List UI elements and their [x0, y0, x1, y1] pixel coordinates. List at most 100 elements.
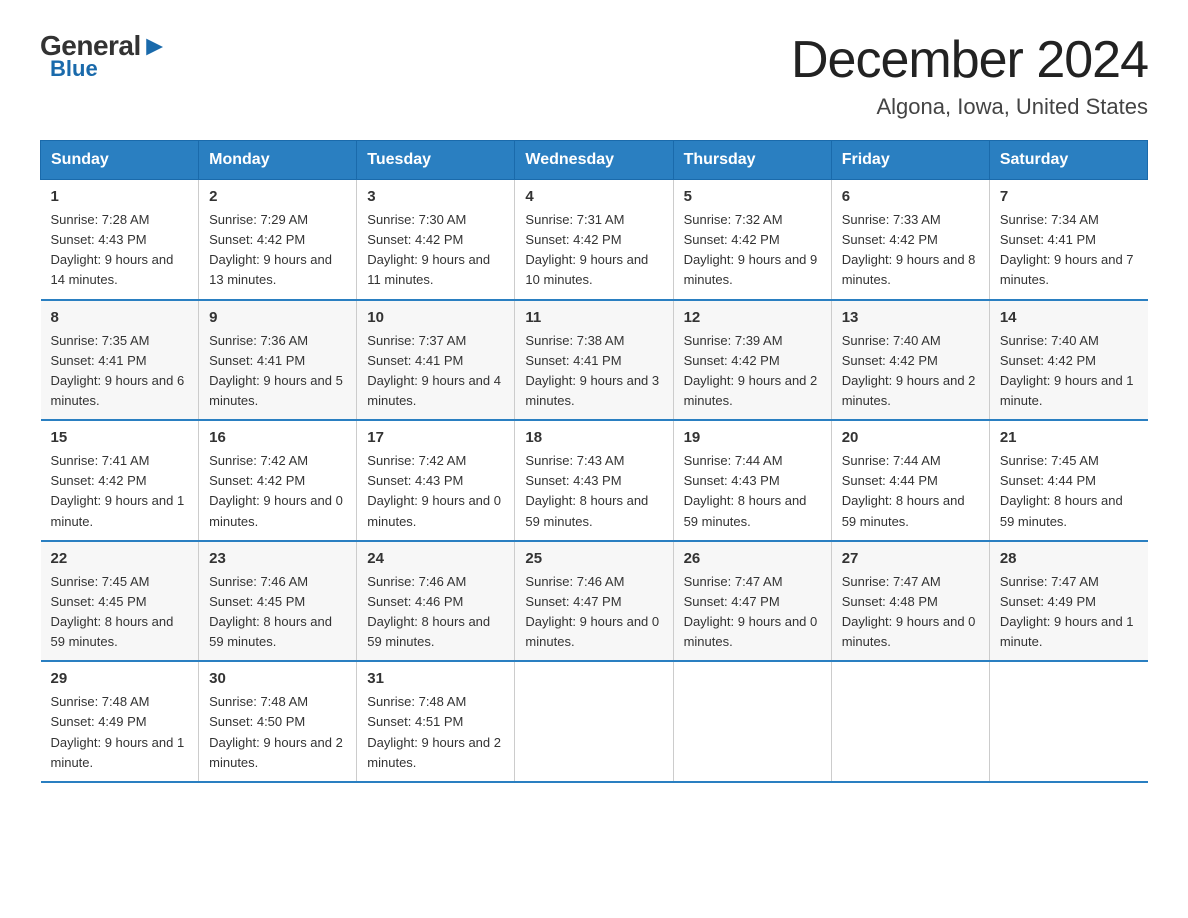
day-cell-26: 26 Sunrise: 7:47 AMSunset: 4:47 PMDayligh…: [673, 541, 831, 662]
day-cell-14: 14Sunrise: 7:40 AMSunset: 4:42 PMDayligh…: [989, 300, 1147, 421]
day-cell-33: [673, 661, 831, 782]
day-info: Sunrise: 7:35 AMSunset: 4:41 PMDaylight:…: [51, 331, 189, 412]
day-info: Sunrise: 7:47 AMSunset: 4:47 PMDaylight:…: [684, 572, 821, 653]
day-number: 12: [684, 309, 821, 326]
logo-blue-text: Blue: [50, 56, 98, 82]
day-info: Sunrise: 7:48 AMSunset: 4:49 PMDaylight:…: [51, 692, 189, 773]
calendar-header: Sunday Monday Tuesday Wednesday Thursday…: [41, 141, 1148, 180]
day-info: Sunrise: 7:44 AMSunset: 4:43 PMDaylight:…: [684, 451, 821, 532]
day-info: Sunrise: 7:44 AMSunset: 4:44 PMDaylight:…: [842, 451, 979, 532]
day-number: 26: [684, 550, 821, 567]
day-info: Sunrise: 7:33 AMSunset: 4:42 PMDaylight:…: [842, 210, 979, 291]
day-cell-13: 13 Sunrise: 7:40 AMSunset: 4:42 PMDayligh…: [831, 300, 989, 421]
day-number: 5: [684, 188, 821, 205]
day-number: 19: [684, 429, 821, 446]
day-number: 7: [1000, 188, 1138, 205]
day-number: 27: [842, 550, 979, 567]
day-number: 3: [367, 188, 504, 205]
week-row-2: 8 Sunrise: 7:35 AMSunset: 4:41 PMDaylight…: [41, 300, 1148, 421]
day-info: Sunrise: 7:47 AMSunset: 4:48 PMDaylight:…: [842, 572, 979, 653]
day-cell-17: 17 Sunrise: 7:42 AMSunset: 4:43 PMDayligh…: [357, 420, 515, 541]
month-title: December 2024: [791, 30, 1148, 90]
day-info: Sunrise: 7:43 AMSunset: 4:43 PMDaylight:…: [525, 451, 662, 532]
day-number: 17: [367, 429, 504, 446]
day-number: 14: [1000, 309, 1138, 326]
day-info: Sunrise: 7:34 AMSunset: 4:41 PMDaylight:…: [1000, 210, 1138, 291]
day-number: 11: [525, 309, 662, 326]
day-cell-11: 11 Sunrise: 7:38 AMSunset: 4:41 PMDayligh…: [515, 300, 673, 421]
day-number: 21: [1000, 429, 1138, 446]
header-friday: Friday: [831, 141, 989, 180]
header-monday: Monday: [199, 141, 357, 180]
week-row-4: 22 Sunrise: 7:45 AMSunset: 4:45 PMDayligh…: [41, 541, 1148, 662]
day-cell-31: 31 Sunrise: 7:48 AMSunset: 4:51 PMDayligh…: [357, 661, 515, 782]
day-info: Sunrise: 7:28 AMSunset: 4:43 PMDaylight:…: [51, 210, 189, 291]
title-block: December 2024 Algona, Iowa, United State…: [791, 30, 1148, 120]
day-cell-19: 19 Sunrise: 7:44 AMSunset: 4:43 PMDayligh…: [673, 420, 831, 541]
day-info: Sunrise: 7:36 AMSunset: 4:41 PMDaylight:…: [209, 331, 346, 412]
day-number: 23: [209, 550, 346, 567]
day-cell-32: [515, 661, 673, 782]
day-cell-30: 30Sunrise: 7:48 AMSunset: 4:50 PMDayligh…: [199, 661, 357, 782]
day-cell-5: 5 Sunrise: 7:32 AMSunset: 4:42 PMDaylight…: [673, 180, 831, 300]
day-info: Sunrise: 7:48 AMSunset: 4:51 PMDaylight:…: [367, 692, 504, 773]
day-cell-20: 20Sunrise: 7:44 AMSunset: 4:44 PMDayligh…: [831, 420, 989, 541]
location: Algona, Iowa, United States: [791, 94, 1148, 120]
day-cell-34: [831, 661, 989, 782]
day-cell-28: 28 Sunrise: 7:47 AMSunset: 4:49 PMDayligh…: [989, 541, 1147, 662]
day-cell-7: 7 Sunrise: 7:34 AMSunset: 4:41 PMDaylight…: [989, 180, 1147, 300]
day-cell-3: 3 Sunrise: 7:30 AMSunset: 4:42 PMDaylight…: [357, 180, 515, 300]
day-info: Sunrise: 7:45 AMSunset: 4:45 PMDaylight:…: [51, 572, 189, 653]
day-info: Sunrise: 7:38 AMSunset: 4:41 PMDaylight:…: [525, 331, 662, 412]
day-number: 13: [842, 309, 979, 326]
day-number: 8: [51, 309, 189, 326]
day-number: 15: [51, 429, 189, 446]
calendar-body: 1 Sunrise: 7:28 AMSunset: 4:43 PMDaylight…: [41, 180, 1148, 782]
day-cell-4: 4Sunrise: 7:31 AMSunset: 4:42 PMDaylight…: [515, 180, 673, 300]
day-info: Sunrise: 7:29 AMSunset: 4:42 PMDaylight:…: [209, 210, 346, 291]
day-number: 24: [367, 550, 504, 567]
header-saturday: Saturday: [989, 141, 1147, 180]
day-cell-24: 24 Sunrise: 7:46 AMSunset: 4:46 PMDayligh…: [357, 541, 515, 662]
header-thursday: Thursday: [673, 141, 831, 180]
day-info: Sunrise: 7:39 AMSunset: 4:42 PMDaylight:…: [684, 331, 821, 412]
day-cell-2: 2Sunrise: 7:29 AMSunset: 4:42 PMDaylight…: [199, 180, 357, 300]
day-info: Sunrise: 7:42 AMSunset: 4:43 PMDaylight:…: [367, 451, 504, 532]
day-cell-15: 15 Sunrise: 7:41 AMSunset: 4:42 PMDayligh…: [41, 420, 199, 541]
day-cell-10: 10 Sunrise: 7:37 AMSunset: 4:41 PMDayligh…: [357, 300, 515, 421]
day-number: 1: [51, 188, 189, 205]
day-number: 18: [525, 429, 662, 446]
day-info: Sunrise: 7:47 AMSunset: 4:49 PMDaylight:…: [1000, 572, 1138, 653]
day-number: 29: [51, 670, 189, 687]
day-info: Sunrise: 7:30 AMSunset: 4:42 PMDaylight:…: [367, 210, 504, 291]
day-cell-29: 29 Sunrise: 7:48 AMSunset: 4:49 PMDayligh…: [41, 661, 199, 782]
day-cell-16: 16Sunrise: 7:42 AMSunset: 4:42 PMDayligh…: [199, 420, 357, 541]
day-number: 10: [367, 309, 504, 326]
day-info: Sunrise: 7:46 AMSunset: 4:46 PMDaylight:…: [367, 572, 504, 653]
day-number: 28: [1000, 550, 1138, 567]
day-cell-35: [989, 661, 1147, 782]
day-info: Sunrise: 7:40 AMSunset: 4:42 PMDaylight:…: [842, 331, 979, 412]
day-info: Sunrise: 7:37 AMSunset: 4:41 PMDaylight:…: [367, 331, 504, 412]
day-cell-9: 9Sunrise: 7:36 AMSunset: 4:41 PMDaylight…: [199, 300, 357, 421]
day-cell-23: 23Sunrise: 7:46 AMSunset: 4:45 PMDayligh…: [199, 541, 357, 662]
logo: General► Blue: [40, 30, 168, 82]
day-cell-22: 22 Sunrise: 7:45 AMSunset: 4:45 PMDayligh…: [41, 541, 199, 662]
page-header: General► Blue December 2024 Algona, Iowa…: [40, 30, 1148, 120]
day-number: 31: [367, 670, 504, 687]
header-tuesday: Tuesday: [357, 141, 515, 180]
day-info: Sunrise: 7:41 AMSunset: 4:42 PMDaylight:…: [51, 451, 189, 532]
day-cell-12: 12 Sunrise: 7:39 AMSunset: 4:42 PMDayligh…: [673, 300, 831, 421]
week-row-3: 15 Sunrise: 7:41 AMSunset: 4:42 PMDayligh…: [41, 420, 1148, 541]
day-info: Sunrise: 7:45 AMSunset: 4:44 PMDaylight:…: [1000, 451, 1138, 532]
day-number: 16: [209, 429, 346, 446]
day-cell-8: 8 Sunrise: 7:35 AMSunset: 4:41 PMDaylight…: [41, 300, 199, 421]
day-number: 30: [209, 670, 346, 687]
day-cell-27: 27 Sunrise: 7:47 AMSunset: 4:48 PMDayligh…: [831, 541, 989, 662]
header-wednesday: Wednesday: [515, 141, 673, 180]
day-info: Sunrise: 7:31 AMSunset: 4:42 PMDaylight:…: [525, 210, 662, 291]
day-info: Sunrise: 7:32 AMSunset: 4:42 PMDaylight:…: [684, 210, 821, 291]
day-cell-6: 6Sunrise: 7:33 AMSunset: 4:42 PMDaylight…: [831, 180, 989, 300]
header-row: Sunday Monday Tuesday Wednesday Thursday…: [41, 141, 1148, 180]
day-number: 22: [51, 550, 189, 567]
